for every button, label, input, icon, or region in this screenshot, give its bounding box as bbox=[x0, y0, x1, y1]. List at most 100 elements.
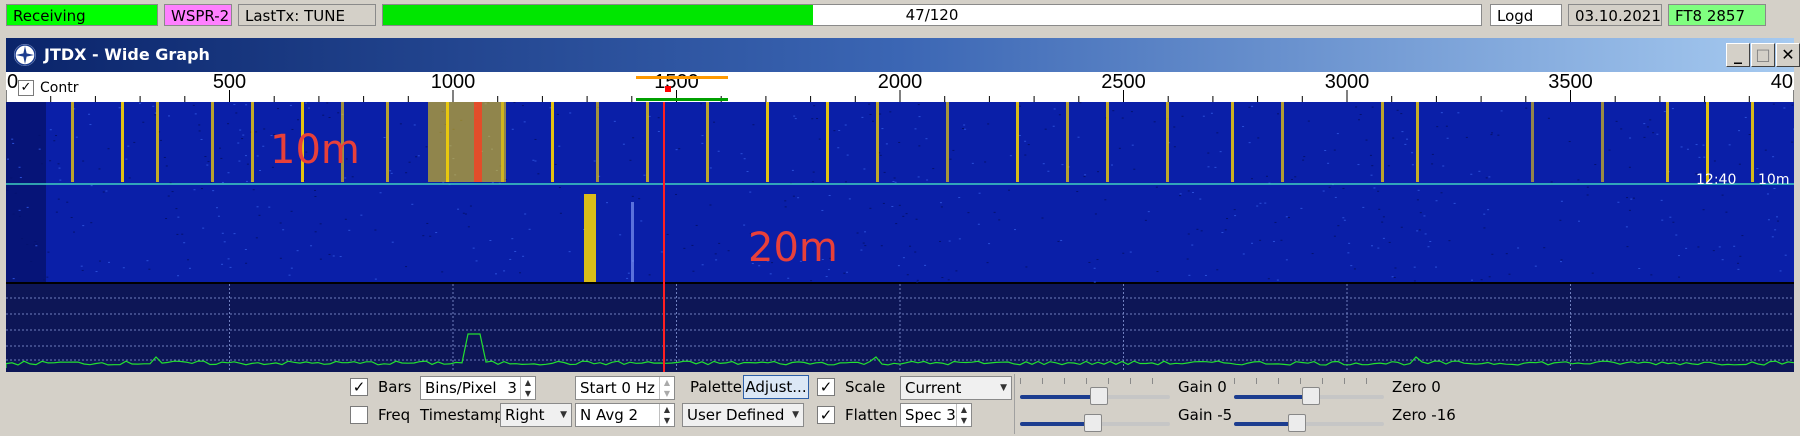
noise-speck bbox=[1457, 112, 1460, 114]
noise-speck bbox=[660, 251, 663, 253]
noise-speck bbox=[19, 177, 22, 179]
noise-speck bbox=[1173, 126, 1176, 128]
palette-select[interactable]: User Defined ▼ bbox=[682, 403, 804, 427]
waterfall-plot[interactable]: 10m 20m 12:40 10m bbox=[6, 102, 1794, 372]
adjust-palette-button[interactable]: Adjust... bbox=[743, 375, 809, 399]
progress-bar: 47/120 bbox=[382, 4, 1482, 26]
scale-checkbox[interactable]: ✓ bbox=[817, 378, 835, 396]
last-tx-status: LastTx: TUNE bbox=[238, 4, 376, 26]
close-button[interactable]: ✕ bbox=[1776, 43, 1800, 67]
noise-speck bbox=[408, 161, 411, 163]
n-avg-spinbox[interactable]: N Avg 2 ▲ ▼ bbox=[575, 403, 675, 427]
noise-speck bbox=[1348, 242, 1351, 244]
noise-speck bbox=[1678, 276, 1681, 278]
spec-spinbox[interactable]: Spec 3 ▲ ▼ bbox=[900, 403, 972, 427]
noise-speck bbox=[1728, 144, 1731, 146]
noise-speck bbox=[925, 138, 928, 140]
noise-speck bbox=[1257, 137, 1260, 139]
noise-speck bbox=[1191, 191, 1194, 193]
frequency-ruler[interactable]: 0 500 1000 1500 2000 2500 3000 3500 40 ✓ Contr bbox=[6, 72, 1794, 102]
freq-checkbox[interactable] bbox=[350, 406, 368, 424]
start-frequency-spinbox[interactable]: Start 0 Hz ▲ ▼ bbox=[575, 376, 675, 400]
noise-speck bbox=[810, 280, 813, 282]
noise-speck bbox=[255, 237, 258, 239]
zero-slider-1[interactable] bbox=[1234, 378, 1384, 406]
noise-speck bbox=[1234, 215, 1237, 217]
window-titlebar[interactable]: JTDX - Wide Graph _ □ ✕ bbox=[6, 38, 1800, 72]
slider-thumb[interactable] bbox=[1288, 414, 1306, 432]
gain-slider-1[interactable] bbox=[1020, 378, 1170, 406]
slider-thumb[interactable] bbox=[1302, 387, 1320, 405]
noise-speck bbox=[718, 242, 721, 244]
noise-speck bbox=[82, 160, 85, 162]
noise-speck bbox=[828, 194, 831, 196]
gain-slider-2[interactable] bbox=[1020, 413, 1170, 433]
noise-speck bbox=[1187, 190, 1190, 192]
spin-arrows-icon[interactable]: ▲ ▼ bbox=[659, 377, 674, 399]
scale-select[interactable]: Current ▼ bbox=[900, 376, 1012, 400]
noise-speck bbox=[713, 121, 716, 123]
noise-speck bbox=[66, 201, 69, 203]
mode-badge: WSPR-2 bbox=[164, 4, 232, 26]
signal-peak bbox=[474, 102, 482, 182]
noise-speck bbox=[593, 160, 596, 162]
spin-arrows-icon[interactable]: ▲ ▼ bbox=[956, 404, 971, 426]
noise-speck bbox=[1202, 115, 1205, 117]
noise-speck bbox=[1061, 164, 1064, 166]
timestamp-select[interactable]: Right ▼ bbox=[500, 403, 572, 427]
noise-speck bbox=[282, 229, 285, 231]
noise-speck bbox=[926, 179, 929, 181]
spin-arrows-icon[interactable]: ▲ ▼ bbox=[520, 377, 535, 399]
noise-speck bbox=[1186, 258, 1189, 260]
noise-speck bbox=[952, 149, 955, 151]
noise-speck bbox=[233, 103, 236, 105]
spin-arrows-icon[interactable]: ▲ ▼ bbox=[659, 404, 674, 426]
noise-speck bbox=[1776, 220, 1779, 222]
noise-speck bbox=[881, 128, 884, 130]
noise-speck bbox=[1697, 246, 1700, 248]
noise-speck bbox=[1096, 171, 1099, 173]
noise-speck bbox=[80, 265, 83, 267]
noise-speck bbox=[1560, 259, 1563, 261]
flatten-checkbox[interactable]: ✓ bbox=[817, 406, 835, 424]
noise-speck bbox=[638, 198, 641, 200]
noise-speck bbox=[244, 155, 247, 157]
noise-speck bbox=[464, 213, 467, 215]
noise-speck bbox=[1629, 137, 1632, 139]
control-checkbox[interactable]: ✓ bbox=[18, 80, 34, 96]
slider-thumb[interactable] bbox=[1090, 387, 1108, 405]
bars-checkbox[interactable]: ✓ bbox=[350, 378, 368, 396]
rx-marker[interactable] bbox=[636, 98, 728, 101]
noise-speck bbox=[1429, 241, 1432, 243]
noise-speck bbox=[1686, 148, 1689, 150]
noise-speck bbox=[939, 202, 942, 204]
slider-thumb[interactable] bbox=[1084, 414, 1102, 432]
signal-trace bbox=[1601, 102, 1604, 182]
noise-speck bbox=[626, 277, 629, 279]
noise-speck bbox=[1382, 237, 1385, 239]
noise-speck bbox=[1370, 174, 1373, 176]
noise-speck bbox=[1199, 198, 1202, 200]
noise-speck bbox=[21, 238, 24, 240]
noise-speck bbox=[58, 167, 61, 169]
maximize-button[interactable]: □ bbox=[1751, 43, 1775, 67]
zero-slider-2[interactable] bbox=[1234, 413, 1384, 433]
bins-per-pixel-spinbox[interactable]: Bins/Pixel 3 ▲ ▼ bbox=[420, 376, 536, 400]
signal-trace bbox=[766, 102, 769, 182]
noise-speck bbox=[558, 186, 561, 188]
spec-value: Spec 3 bbox=[905, 406, 956, 424]
noise-speck bbox=[415, 156, 418, 158]
noise-speck bbox=[1181, 115, 1184, 117]
signal-trace bbox=[1016, 102, 1019, 182]
noise-speck bbox=[332, 255, 335, 257]
noise-speck bbox=[556, 113, 559, 115]
minimize-button[interactable]: _ bbox=[1726, 43, 1750, 67]
noise-speck bbox=[1559, 261, 1562, 263]
noise-speck bbox=[1560, 200, 1563, 202]
noise-speck bbox=[1500, 110, 1503, 112]
noise-speck bbox=[627, 272, 630, 274]
noise-speck bbox=[1303, 156, 1306, 158]
ruler-tick-label: 500 bbox=[213, 72, 246, 93]
tx-marker[interactable] bbox=[636, 76, 728, 79]
noise-speck bbox=[1242, 126, 1245, 128]
